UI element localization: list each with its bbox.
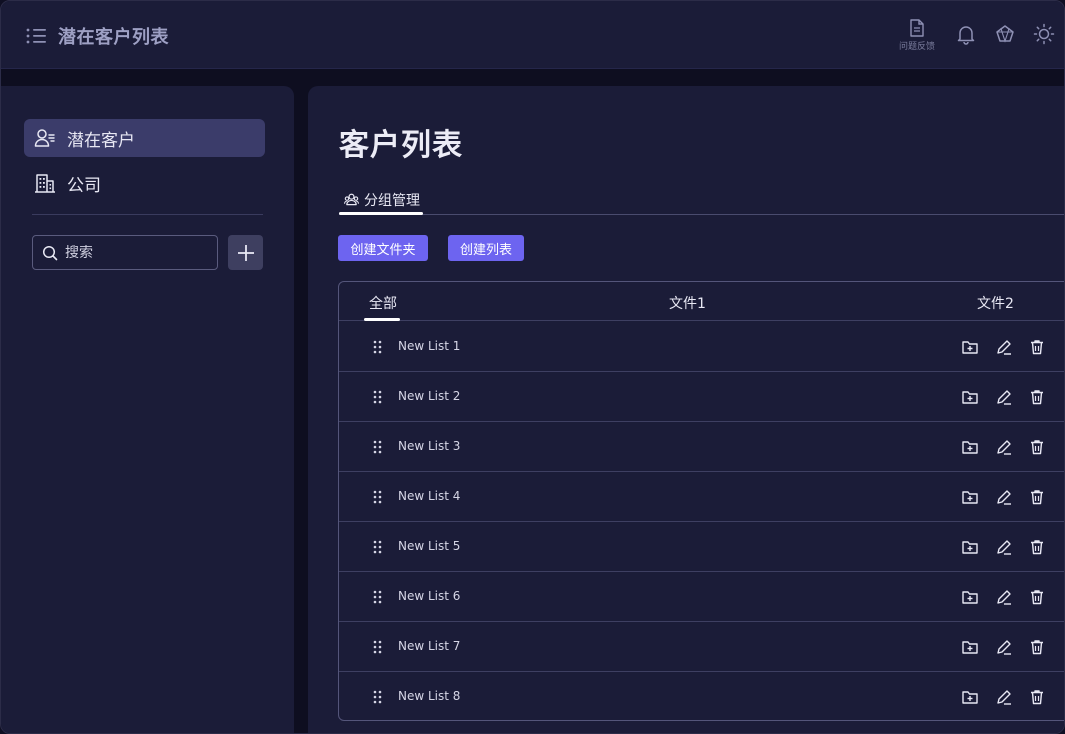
tab-label: 分组管理: [364, 193, 420, 209]
edit-icon[interactable]: [995, 688, 1013, 706]
drag-handle-icon[interactable]: [373, 640, 382, 654]
move-to-folder-icon[interactable]: [961, 388, 979, 406]
list-name: New List 2: [398, 389, 461, 403]
trash-icon[interactable]: [1028, 488, 1046, 506]
group-icon: [344, 193, 359, 206]
tab-bar: 分组管理: [339, 190, 1064, 215]
table-row[interactable]: New List 4: [339, 472, 1064, 522]
drag-handle-icon[interactable]: [373, 490, 382, 504]
list-name: New List 4: [398, 489, 461, 503]
table-row[interactable]: New List 5: [339, 522, 1064, 572]
column-tab-file1[interactable]: 文件1: [669, 293, 706, 313]
trash-icon[interactable]: [1028, 388, 1046, 406]
user-list-icon: [34, 127, 56, 149]
list-table: 全部 文件1 文件2 New List 1 New List 2 New Lis…: [338, 281, 1064, 721]
list-name: New List 8: [398, 689, 461, 703]
move-to-folder-icon[interactable]: [961, 338, 979, 356]
plus-icon: [237, 244, 254, 261]
add-button[interactable]: [228, 235, 263, 270]
drag-handle-icon[interactable]: [373, 690, 382, 704]
sidebar-item-label: 公司: [67, 175, 101, 196]
move-to-folder-icon[interactable]: [961, 588, 979, 606]
search-icon: [42, 245, 58, 260]
menu-icon[interactable]: [25, 26, 47, 46]
move-to-folder-icon[interactable]: [961, 688, 979, 706]
drag-handle-icon[interactable]: [373, 540, 382, 554]
bell-icon[interactable]: [955, 23, 977, 45]
main-panel: 客户列表 分组管理 创建文件夹 创建列表 全部 文件1 文件2 New List…: [308, 86, 1064, 733]
tab-active-indicator: [339, 212, 423, 215]
move-to-folder-icon[interactable]: [961, 488, 979, 506]
trash-icon[interactable]: [1028, 688, 1046, 706]
gem-icon[interactable]: [994, 23, 1016, 45]
sidebar: 潜在客户 公司: [1, 86, 294, 733]
table-row[interactable]: New List 8: [339, 672, 1064, 720]
list-name: New List 1: [398, 339, 461, 353]
app-title: 潜在客户列表: [58, 27, 169, 48]
app-window: 潜在客户列表 问题反馈 潜在客户 公司 搜索 客户列表 分组管理 创建文件夹 创…: [0, 0, 1065, 734]
edit-icon[interactable]: [995, 588, 1013, 606]
edit-icon[interactable]: [995, 538, 1013, 556]
list-name: New List 5: [398, 539, 461, 553]
sidebar-divider: [32, 214, 263, 215]
list-name: New List 6: [398, 589, 461, 603]
drag-handle-icon[interactable]: [373, 440, 382, 454]
table-row[interactable]: New List 6: [339, 572, 1064, 622]
sidebar-item-leads[interactable]: 潜在客户: [24, 119, 265, 157]
trash-icon[interactable]: [1028, 638, 1046, 656]
search-field[interactable]: [32, 235, 218, 270]
drag-handle-icon[interactable]: [373, 340, 382, 354]
table-row[interactable]: New List 7: [339, 622, 1064, 672]
list-name: New List 3: [398, 439, 461, 453]
edit-icon[interactable]: [995, 388, 1013, 406]
list-name: New List 7: [398, 639, 461, 653]
create-list-button[interactable]: 创建列表: [448, 235, 524, 261]
search-input[interactable]: [65, 244, 205, 261]
sidebar-item-company[interactable]: 公司: [24, 164, 265, 202]
document-icon: [910, 19, 924, 37]
top-header: 潜在客户列表 问题反馈: [1, 1, 1064, 69]
sun-icon[interactable]: [1033, 23, 1055, 45]
trash-icon[interactable]: [1028, 538, 1046, 556]
trash-icon[interactable]: [1028, 338, 1046, 356]
edit-icon[interactable]: [995, 338, 1013, 356]
trash-icon[interactable]: [1028, 438, 1046, 456]
edit-icon[interactable]: [995, 438, 1013, 456]
table-row[interactable]: New List 1: [339, 322, 1064, 372]
move-to-folder-icon[interactable]: [961, 438, 979, 456]
edit-icon[interactable]: [995, 488, 1013, 506]
table-header: 全部 文件1 文件2: [339, 282, 1064, 321]
trash-icon[interactable]: [1028, 588, 1046, 606]
building-icon: [34, 172, 56, 194]
create-folder-button[interactable]: 创建文件夹: [338, 235, 428, 261]
drag-handle-icon[interactable]: [373, 390, 382, 404]
feedback-button[interactable]: 问题反馈: [894, 19, 940, 52]
table-row[interactable]: New List 3: [339, 422, 1064, 472]
move-to-folder-icon[interactable]: [961, 538, 979, 556]
column-active-indicator: [364, 318, 400, 321]
move-to-folder-icon[interactable]: [961, 638, 979, 656]
column-tab-all[interactable]: 全部: [369, 293, 397, 313]
column-tab-file2[interactable]: 文件2: [977, 293, 1014, 313]
drag-handle-icon[interactable]: [373, 590, 382, 604]
edit-icon[interactable]: [995, 638, 1013, 656]
table-row[interactable]: New List 2: [339, 372, 1064, 422]
page-title: 客户列表: [339, 128, 463, 163]
sidebar-item-label: 潜在客户: [67, 130, 135, 151]
feedback-label: 问题反馈: [898, 42, 935, 52]
